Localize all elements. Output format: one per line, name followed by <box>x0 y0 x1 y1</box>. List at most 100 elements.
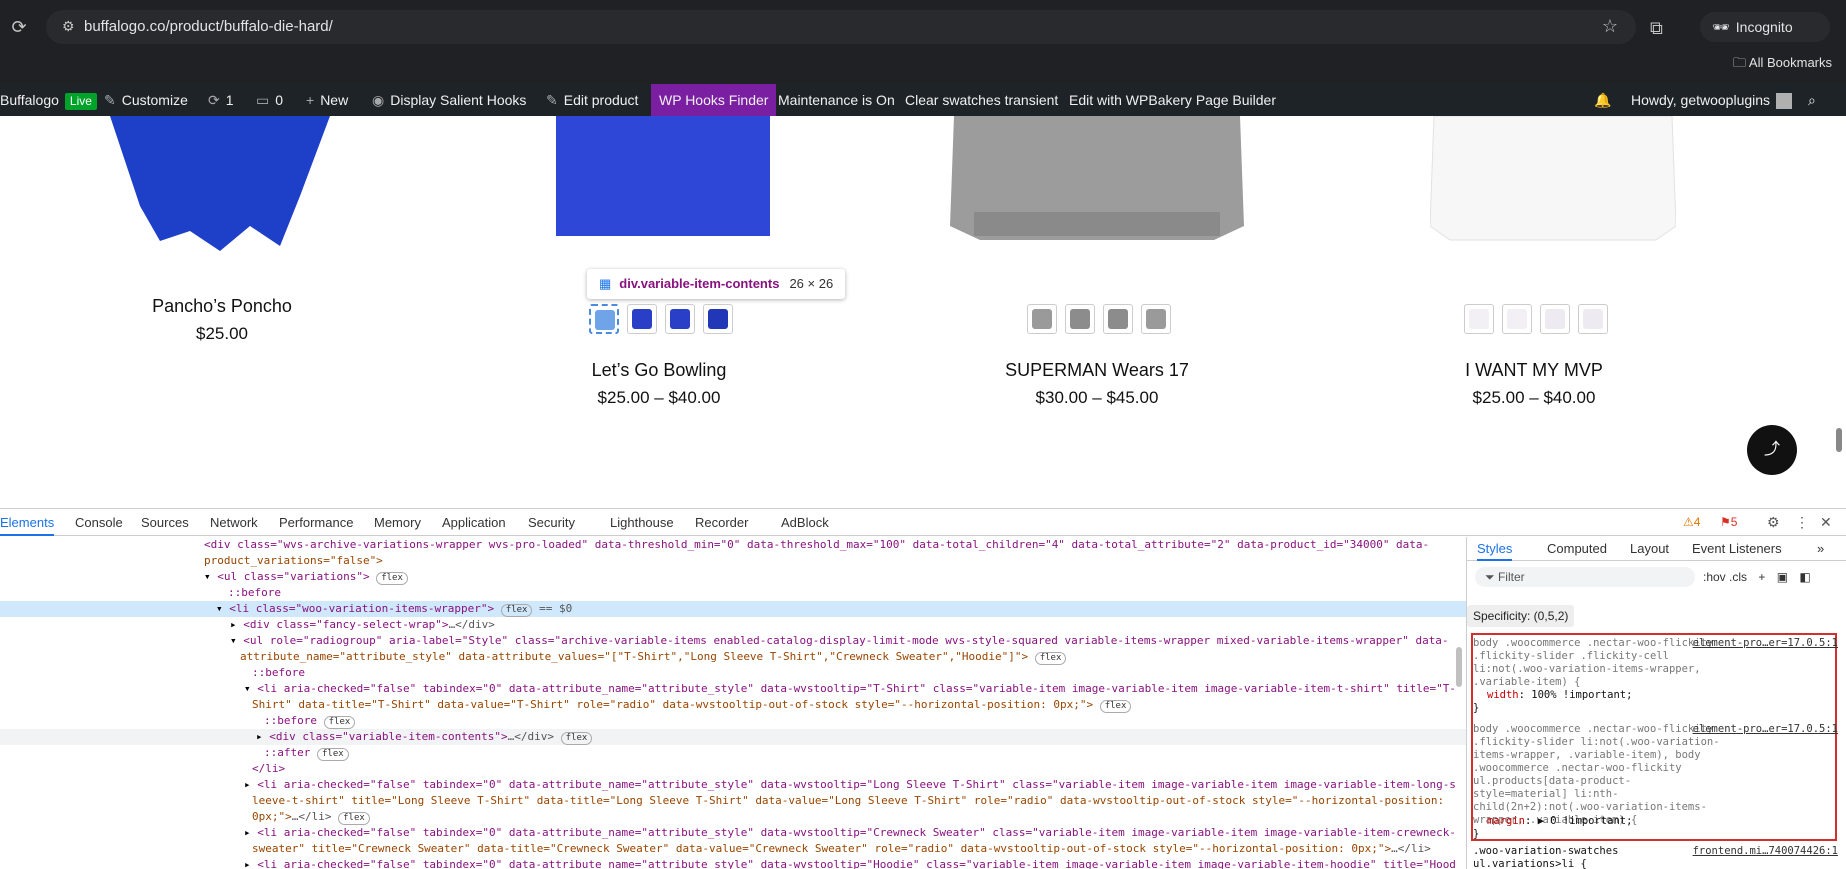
dom-node-line[interactable]: attribute_name="attribute_style" data-at… <box>0 649 1466 665</box>
product-image-mvp[interactable] <box>1430 116 1676 246</box>
dom-node-line[interactable]: ▸ <li aria-checked="false" tabindex="0" … <box>0 857 1466 869</box>
tab-security[interactable]: Security <box>528 509 575 536</box>
flex-badge[interactable]: flex <box>1099 700 1132 713</box>
dom-node-line[interactable]: sweater" title="Crewneck Sweater" data-t… <box>0 841 1466 857</box>
issues-counter[interactable]: ⚑5 <box>1720 509 1737 536</box>
product-title[interactable]: Pancho’s Poncho <box>72 296 372 317</box>
settings-gear-icon[interactable]: ⚙ <box>1767 509 1780 536</box>
tab-layout[interactable]: Layout <box>1630 537 1669 561</box>
swatch-t-shirt[interactable] <box>589 304 619 334</box>
rule-selector[interactable]: body .woocommerce .nectar-woo-flickity .… <box>1473 723 1723 827</box>
share-button[interactable]: ⤴ <box>1747 425 1797 475</box>
tab-recorder[interactable]: Recorder <box>695 509 748 536</box>
flex-badge[interactable]: flex <box>1034 652 1067 665</box>
dom-node-line-selected[interactable]: ▾ <li class="woo-variation-items-wrapper… <box>0 601 1466 617</box>
swatch-long-sleeve[interactable] <box>1502 304 1532 334</box>
url-text[interactable]: buffalogo.co/product/buffalo-die-hard/ <box>84 18 333 35</box>
tab-console[interactable]: Console <box>75 509 123 536</box>
hov-cls-toggles[interactable]: :hov .cls <box>1703 570 1747 584</box>
address-bar[interactable]: ⚙ buffalogo.co/product/buffalo-die-hard/… <box>46 10 1636 44</box>
site-settings-icon[interactable]: ⚙ <box>62 18 75 35</box>
adminbar-hooks-finder[interactable]: WP Hooks Finder <box>651 84 777 116</box>
flex-badge[interactable]: flex <box>560 732 593 745</box>
flex-badge[interactable]: flex <box>500 604 533 617</box>
adminbar-edit-product[interactable]: ✎ Edit product <box>546 84 638 116</box>
swatch-hoodie[interactable] <box>1141 304 1171 334</box>
tab-network[interactable]: Network <box>210 509 258 536</box>
incognito-badge[interactable]: 🕶 Incognito <box>1700 12 1830 42</box>
dom-node-line[interactable]: Shirt" data-title="T-Shirt" data-value="… <box>0 697 1466 713</box>
adminbar-maintenance[interactable]: Maintenance is On <box>778 84 895 116</box>
styles-toolbar[interactable]: :hov .cls + ▣ ◧ <box>1703 567 1811 587</box>
notifications-bell-icon[interactable]: 🔔 <box>1594 84 1611 116</box>
swatch-crewneck[interactable] <box>1540 304 1570 334</box>
dom-node-line[interactable]: product_variations="false"> <box>0 553 1466 569</box>
more-tabs-icon[interactable]: » <box>1817 537 1824 561</box>
dom-node-line[interactable]: ▾ <ul class="variations"> flex <box>0 569 1466 585</box>
extensions-icon[interactable]: ⧉ <box>1650 18 1663 39</box>
rule-source-link[interactable]: element-pro…er=17.0.5:1 <box>1693 637 1838 649</box>
dom-node-line[interactable]: ▸ <div class="variable-item-contents">…<… <box>0 729 1466 745</box>
adminbar-clear-swatches[interactable]: Clear swatches transient <box>905 84 1058 116</box>
tab-event-listeners[interactable]: Event Listeners <box>1692 537 1782 561</box>
add-rule-icon[interactable]: + <box>1758 570 1765 584</box>
adminbar-howdy[interactable]: Howdy, getwooplugins <box>1631 84 1793 116</box>
sidebar-toggle-icon[interactable]: ◧ <box>1799 570 1810 584</box>
bookmark-star-icon[interactable]: ☆ <box>1602 16 1618 37</box>
adminbar-wpbakery[interactable]: Edit with WPBakery Page Builder <box>1069 84 1276 116</box>
tab-adblock[interactable]: AdBlock <box>781 509 829 536</box>
dom-node-line[interactable]: ::before <box>0 585 1466 601</box>
tab-application[interactable]: Application <box>442 509 506 536</box>
dom-node-line[interactable]: ▸ <li aria-checked="false" tabindex="0" … <box>0 825 1466 841</box>
tab-sources[interactable]: Sources <box>141 509 189 536</box>
dom-node-line[interactable]: 0px;">…</li> flex <box>0 809 1466 825</box>
search-icon[interactable]: ⌕ <box>1808 84 1816 116</box>
tab-performance[interactable]: Performance <box>279 509 353 536</box>
product-title[interactable]: I WANT MY MVP <box>1384 360 1684 381</box>
flex-badge[interactable]: flex <box>376 572 408 585</box>
swatch-crewneck[interactable] <box>1103 304 1133 334</box>
dom-node-line[interactable]: ▾ <ul role="radiogroup" aria-label="Styl… <box>0 633 1466 649</box>
dom-node-line[interactable]: ▾ <li aria-checked="false" tabindex="0" … <box>0 681 1466 697</box>
rule-selector[interactable]: body .woocommerce .nectar-woo-flickity .… <box>1473 637 1723 689</box>
swatch-long-sleeve[interactable] <box>1065 304 1095 334</box>
paint-icon[interactable]: ▣ <box>1777 570 1788 584</box>
dom-node-line[interactable]: </li> <box>0 761 1466 777</box>
adminbar-site[interactable]: Buffalogo Live <box>0 84 97 116</box>
tab-elements[interactable]: Elements <box>0 509 55 536</box>
page-scrollbar[interactable] <box>1836 428 1842 452</box>
swatch-hoodie[interactable] <box>703 304 733 334</box>
rule-source-link[interactable]: frontend.mi…740074426:1 <box>1693 845 1838 857</box>
rule-property[interactable]: width: 100% !important; <box>1487 689 1632 701</box>
elements-scrollbar[interactable] <box>1456 647 1462 687</box>
swatch-long-sleeve[interactable] <box>627 304 657 334</box>
more-menu-icon[interactable]: ⋮ <box>1795 509 1809 536</box>
warnings-counter[interactable]: ⚠4 <box>1683 509 1700 536</box>
tab-lighthouse[interactable]: Lighthouse <box>610 509 674 536</box>
flex-badge[interactable]: flex <box>316 748 349 761</box>
adminbar-display-hooks[interactable]: ◉ Display Salient Hooks <box>372 84 526 116</box>
reload-icon[interactable]: ⟳ <box>8 16 30 38</box>
styles-filter-input[interactable]: ⏷ Filter <box>1475 567 1695 587</box>
close-icon[interactable]: ✕ <box>1820 509 1832 536</box>
dom-node-line[interactable]: ::before flex <box>0 713 1466 729</box>
swatch-crewneck[interactable] <box>665 304 695 334</box>
product-image-superman[interactable] <box>944 116 1250 244</box>
flex-badge[interactable]: flex <box>338 812 370 825</box>
adminbar-customize[interactable]: ✎ Customize <box>104 84 188 116</box>
swatch-t-shirt[interactable] <box>1027 304 1057 334</box>
dom-node-line[interactable]: ::before <box>0 665 1466 681</box>
rule-property[interactable]: margin: ▶ 0 !important; <box>1487 815 1632 827</box>
dom-node-line[interactable]: ▸ <div class="fancy-select-wrap">…</div> <box>0 617 1466 633</box>
product-image-bowling[interactable] <box>556 116 770 238</box>
dom-node-line[interactable]: ::after flex <box>0 745 1466 761</box>
dom-node-line[interactable]: ▸ <li aria-checked="false" tabindex="0" … <box>0 777 1466 793</box>
dom-node-line[interactable]: <div class="wvs-archive-variations-wrapp… <box>0 537 1466 553</box>
rule-selector[interactable]: .woo-variation-swatches ul.variations>li… <box>1473 845 1723 869</box>
adminbar-comments[interactable]: ▭ 0 <box>256 84 283 116</box>
product-title[interactable]: SUPERMAN Wears 17 <box>947 360 1247 381</box>
tab-memory[interactable]: Memory <box>374 509 421 536</box>
tab-styles[interactable]: Styles <box>1477 537 1513 561</box>
all-bookmarks-button[interactable]: 🗀 All Bookmarks <box>1733 54 1832 76</box>
product-title[interactable]: Let’s Go Bowling <box>509 360 809 381</box>
